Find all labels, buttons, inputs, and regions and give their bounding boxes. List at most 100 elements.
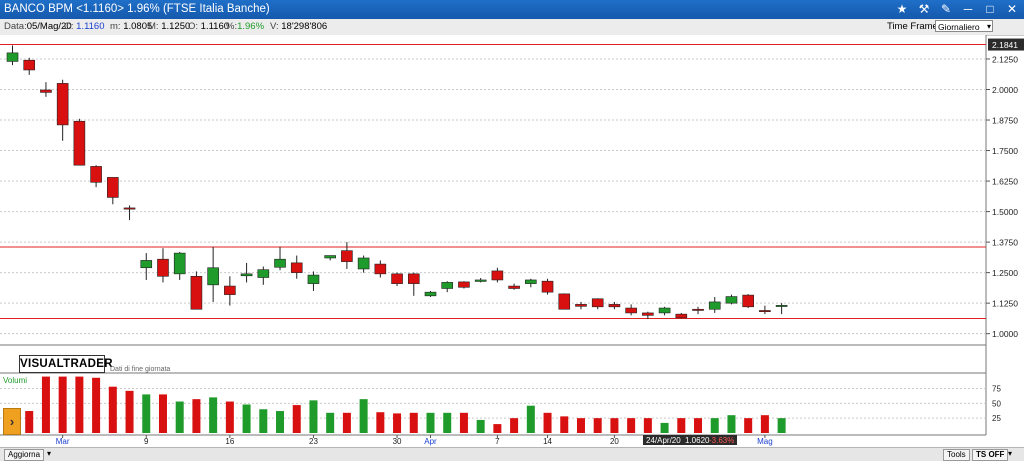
close-icon[interactable]: ✕ (1004, 1, 1020, 17)
candle-body (56, 83, 69, 126)
volume-bar (660, 422, 669, 433)
price-tick-label: 1.1250 (992, 299, 1018, 309)
candle-body (290, 262, 303, 273)
candle-body (675, 313, 688, 319)
volume-bar (694, 418, 703, 433)
price-tick-label: 1.6250 (992, 177, 1018, 187)
title-bar-icons: ★ ⚒ ✎ ─ □ ✕ (894, 1, 1020, 17)
price-tick-label: 2.0000 (992, 85, 1018, 95)
candle-body (558, 293, 571, 310)
volume-tick-label: 25 (992, 414, 1001, 423)
candle-body (23, 59, 36, 71)
price-tag-label: 2.1841 (992, 40, 1018, 50)
info-close-label: C: (64, 21, 74, 32)
chevron-down-icon: ▾ (986, 22, 991, 31)
candle-body (474, 279, 487, 282)
expand-panel-button[interactable]: › (3, 408, 21, 435)
candle-body (257, 269, 270, 278)
candle-body (591, 298, 604, 308)
date-label: Mar (56, 437, 70, 446)
candle-body (173, 252, 186, 275)
candle-body (708, 301, 721, 310)
timeframe-label: Time Frame (887, 21, 938, 32)
candle-body (525, 279, 537, 284)
volume-bar (643, 418, 652, 433)
volume-bar (760, 415, 769, 433)
wrench-icon[interactable]: ✎ (938, 1, 954, 17)
volume-bar (276, 411, 285, 433)
candle-body (123, 207, 136, 210)
star-icon[interactable]: ★ (894, 1, 910, 17)
candlestick-chart[interactable]: 2.1250 2.0000 1.8750 1.7500 1.6250 1.5000 1.37… (0, 35, 1024, 447)
volume-bar (376, 412, 385, 433)
volume-bar (443, 412, 452, 433)
candle-body (374, 263, 387, 275)
refresh-button[interactable]: Aggiorna (4, 449, 45, 461)
volume-bar (209, 397, 218, 433)
volume-bar (677, 418, 686, 433)
info-pct: %:1.96% (226, 21, 264, 32)
info-row: Data:05/Mag/20 C: 1.1160 m: 1.0805 M: 1.… (0, 19, 1024, 36)
info-volume: V: 18'298'806 (270, 21, 327, 32)
volume-bar (41, 376, 50, 433)
volume-bar (409, 412, 418, 433)
info-open-value: 1.1160 (200, 21, 230, 32)
candle-body (658, 307, 671, 314)
date-label: 30 (393, 437, 402, 446)
volume-bar (426, 412, 435, 433)
minimize-icon[interactable]: ─ (960, 1, 976, 17)
date-label: 9 (144, 437, 149, 446)
info-volume-label: V: (270, 21, 279, 32)
volume-bar (727, 415, 736, 433)
candle-body (625, 307, 637, 314)
volume-bar (75, 376, 84, 433)
candle-body (742, 294, 754, 308)
volume-bar (777, 418, 786, 433)
volume-bar (560, 416, 569, 433)
candle-body (73, 120, 86, 166)
candle-body (775, 305, 788, 307)
candle-body (157, 258, 169, 277)
volume-bar (175, 401, 184, 433)
tools-button[interactable]: Tools (943, 449, 970, 461)
volume-bar (576, 418, 585, 433)
timeframe-select[interactable]: Giornaliero ▾ (935, 20, 993, 32)
volume-bar (326, 412, 335, 433)
candle-body (441, 282, 454, 289)
candle-body (541, 280, 554, 293)
maximize-icon[interactable]: □ (982, 1, 998, 17)
volume-bar (259, 409, 268, 433)
volume-bar (710, 418, 719, 433)
info-pct-value: 1.96% (237, 21, 265, 32)
title-bar: BANCO BPM <1.1160> 1.96% (FTSE Italia Ba… (0, 0, 1024, 19)
info-close-value: 1.1160 (76, 21, 105, 32)
window-title: BANCO BPM <1.1160> 1.96% (FTSE Italia Ba… (4, 3, 270, 15)
info-open-label: O: (188, 21, 199, 32)
timeframe-value: Giornaliero (938, 22, 980, 32)
volume-bar (627, 418, 636, 433)
volume-bar (25, 411, 34, 433)
volume-bar (593, 418, 602, 433)
volume-bar (292, 405, 301, 433)
dropdown-icon[interactable]: ▾ (1005, 449, 1015, 459)
volume-bar (158, 394, 167, 433)
volume-bar (510, 418, 519, 433)
volume-bar (108, 386, 117, 433)
price-tick-label: 1.0000 (992, 329, 1018, 339)
candle-body (40, 89, 52, 93)
candle-body (391, 273, 403, 284)
hammer-icon[interactable]: ⚒ (916, 1, 932, 17)
hover-price: 1.0620 (685, 436, 710, 445)
candle-body (224, 285, 236, 295)
candle-body (240, 273, 253, 277)
candle-body (407, 273, 420, 284)
candle-body (608, 304, 621, 308)
candle-body (90, 166, 102, 183)
scroll-left-icon[interactable]: ▾ (44, 449, 54, 459)
volume-tick-label: 50 (992, 399, 1001, 408)
candle-body (274, 258, 286, 268)
ts-off-button[interactable]: TS OFF (972, 449, 1009, 461)
info-min: m: 1.0805 (110, 21, 152, 32)
candle-body (140, 260, 153, 269)
candle-body (424, 291, 437, 297)
